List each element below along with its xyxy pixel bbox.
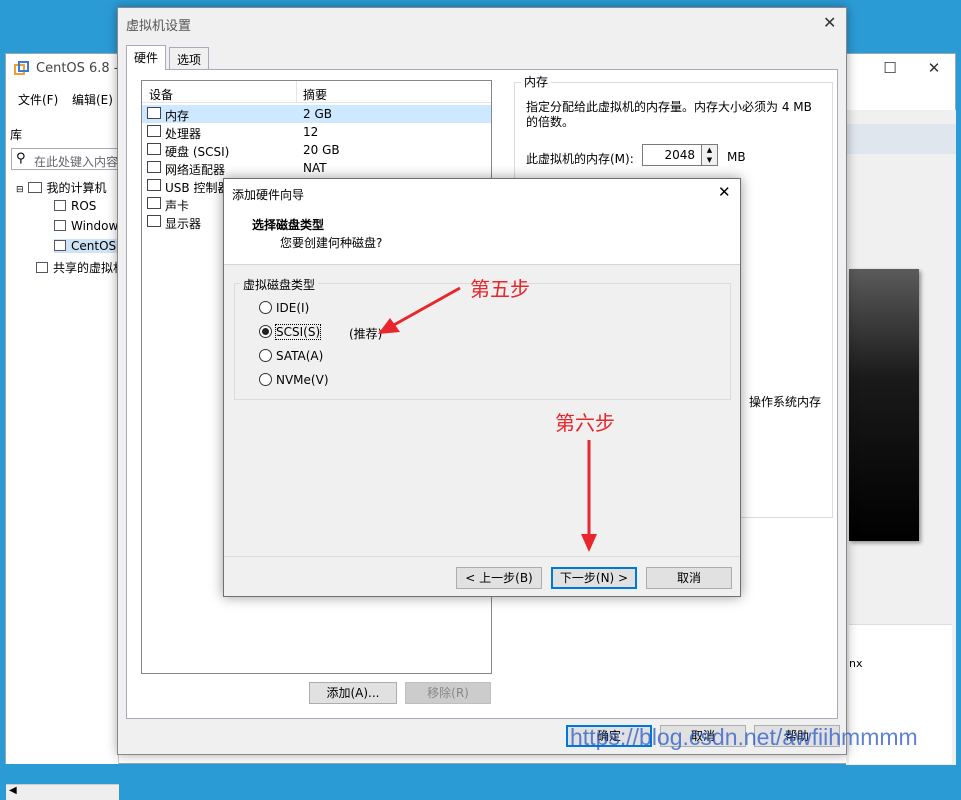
- vm-icon: [54, 200, 66, 211]
- library-panel: 库 ⚲ 在此处键入内容 ⊟ 我的计算机 ROS Window CentOS 共享的…: [6, 124, 125, 800]
- add-hardware-wizard: 添加硬件向导 ✕ 选择磁盘类型 您要创建何种磁盘? IDE(I) SCSI(S)…: [223, 178, 741, 597]
- library-search-input[interactable]: ⚲ 在此处键入内容: [11, 148, 119, 170]
- settings-close-icon[interactable]: ✕: [823, 13, 836, 32]
- close-icon[interactable]: ✕: [924, 58, 944, 78]
- tab-options[interactable]: 选项: [169, 47, 210, 69]
- network-icon: [147, 161, 161, 173]
- wizard-subheading: 您要创建何种磁盘?: [280, 236, 383, 250]
- memory-label: 此虚拟机的内存(M):: [526, 152, 634, 166]
- memory-os-text: 操作系统内存: [749, 395, 822, 409]
- monitor-icon: [147, 215, 161, 227]
- library-scrollbar[interactable]: ◀: [6, 784, 119, 800]
- disk-icon: [147, 143, 161, 155]
- vm-icon: [54, 220, 66, 231]
- spin-up-icon[interactable]: ▲: [702, 145, 717, 155]
- vm-icon: [54, 240, 66, 251]
- back-button[interactable]: < 上一步(B): [456, 567, 542, 589]
- next-button[interactable]: 下一步(N) >: [551, 567, 637, 589]
- search-icon: ⚲: [16, 151, 26, 166]
- memory-stepper[interactable]: ▲ ▼: [702, 144, 718, 166]
- tree-item-my-computer[interactable]: ⊟ 我的计算机: [16, 179, 107, 196]
- scroll-left-icon[interactable]: ◀: [9, 785, 17, 796]
- column-separator[interactable]: [296, 81, 297, 103]
- add-device-button[interactable]: 添加(A)...: [309, 682, 397, 704]
- memory-unit: MB: [727, 150, 746, 164]
- usb-icon: [147, 179, 161, 191]
- memory-description: 指定分配给此虚拟机的内存量。内存大小必须为 4 MB 的倍数。: [526, 100, 812, 129]
- watermark: https://blog.csdn.net/awfiihmmmm: [570, 724, 918, 750]
- shared-vm-icon: [36, 262, 48, 273]
- column-summary[interactable]: 摘要: [303, 86, 327, 103]
- spin-down-icon[interactable]: ▼: [702, 155, 717, 165]
- annotation-step6: 第六步: [555, 411, 615, 435]
- details-text: nx: [849, 657, 863, 670]
- maximize-icon[interactable]: ☐: [880, 58, 900, 78]
- radio-nvme-circle[interactable]: [259, 373, 272, 386]
- memory-input[interactable]: 2048: [642, 144, 702, 166]
- settings-title: 虚拟机设置: [126, 19, 192, 34]
- library-label: 库: [10, 128, 23, 142]
- search-placeholder: 在此处键入内容: [34, 155, 118, 169]
- radio-sata-circle[interactable]: [259, 349, 272, 362]
- wizard-cancel-button[interactable]: 取消: [646, 567, 732, 589]
- vm-screen-preview[interactable]: [849, 269, 919, 541]
- wizard-heading: 选择磁盘类型: [252, 218, 325, 232]
- collapse-icon[interactable]: ⊟: [16, 185, 24, 195]
- device-row-cpu[interactable]: 处理器 12: [142, 123, 491, 141]
- wizard-header: 添加硬件向导 ✕ 选择磁盘类型 您要创建何种磁盘?: [224, 179, 740, 265]
- remove-device-button[interactable]: 移除(R): [405, 682, 491, 704]
- annotation-step5: 第五步: [470, 277, 530, 301]
- memory-legend: 内存: [521, 73, 552, 90]
- radio-scsi-circle[interactable]: [259, 325, 272, 338]
- menu-edit[interactable]: 编辑(E): [72, 91, 113, 108]
- column-device[interactable]: 设备: [149, 86, 173, 103]
- sound-icon: [147, 197, 161, 209]
- cpu-icon: [147, 125, 161, 137]
- tree-item-centos[interactable]: CentOS: [54, 239, 119, 253]
- computer-icon: [27, 182, 42, 193]
- tree-item-ros[interactable]: ROS: [54, 199, 96, 213]
- arrow-step5-icon: [378, 286, 461, 334]
- vmware-logo-icon: [14, 61, 29, 75]
- device-row-disk[interactable]: 硬盘 (SCSI) 20 GB: [142, 141, 491, 159]
- tab-hardware[interactable]: 硬件: [126, 45, 167, 70]
- wizard-separator: [224, 556, 740, 557]
- vm-tab-strip: [846, 124, 956, 154]
- arrow-step6-icon: [581, 440, 597, 552]
- disk-type-legend: 虚拟磁盘类型: [240, 276, 319, 293]
- wizard-close-icon[interactable]: ✕: [718, 183, 731, 201]
- wizard-title: 添加硬件向导: [232, 188, 305, 202]
- device-row-memory[interactable]: 内存 2 GB: [142, 105, 491, 123]
- device-row-network[interactable]: 网络适配器 NAT: [142, 159, 491, 177]
- tree-item-windows[interactable]: Window: [54, 219, 118, 233]
- radio-ide-circle[interactable]: [259, 301, 272, 314]
- device-list-header: 设备 摘要: [142, 81, 491, 103]
- menu-file[interactable]: 文件(F): [18, 91, 58, 108]
- memory-icon: [147, 107, 161, 119]
- tree-item-shared-vms[interactable]: 共享的虚拟机: [36, 259, 125, 276]
